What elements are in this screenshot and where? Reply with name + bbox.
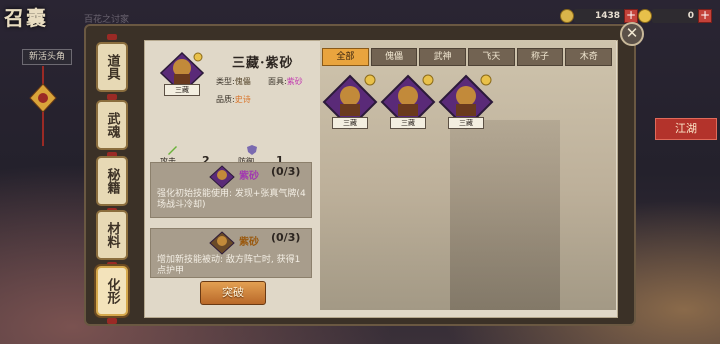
tab-props-label: 道具	[104, 54, 120, 80]
jianghu-button[interactable]: 江湖	[655, 118, 717, 140]
filter-tab-flying[interactable]: 飞天	[468, 48, 515, 66]
bond-entry-icon	[209, 231, 235, 255]
bond-entry-count: (0/3)	[271, 231, 301, 244]
close-button[interactable]: ✕	[620, 22, 644, 46]
mask-label: 面具:	[268, 77, 287, 86]
item-name: 三藏·紫砂	[232, 56, 294, 71]
card-label: 三藏	[332, 117, 368, 129]
tab-props[interactable]: 道具	[96, 42, 128, 92]
tab-secret-manual[interactable]: 秘籍	[96, 156, 128, 206]
bond-entry-name: 紫砂	[239, 171, 259, 182]
quality-value: 史诗	[234, 95, 251, 104]
bond-entry-name: 紫砂	[239, 237, 259, 248]
attack-icon	[168, 146, 177, 155]
tab-materials-label: 材料	[104, 222, 120, 248]
bond-entry-desc: 增加新技能被动: 敌方阵亡时, 获得1点护甲	[157, 255, 301, 276]
corner-title: 召囊	[4, 6, 48, 30]
tab-materials[interactable]: 材料	[96, 210, 128, 260]
item-portrait-label: 三藏	[164, 84, 200, 96]
filter-tab-all[interactable]: 全部	[322, 48, 369, 66]
filter-tabs: 全部 傀儡 武神 飞天 称子 木奇	[322, 48, 613, 66]
collection-card[interactable]: 三藏	[322, 74, 378, 130]
tassel-ornament-icon	[29, 66, 57, 146]
collection-card[interactable]: 三藏	[438, 74, 494, 130]
currency-1: 1438 +	[560, 8, 638, 24]
filter-tab-scale[interactable]: 称子	[516, 48, 564, 66]
currency-1-amount: 1438	[594, 11, 620, 21]
currency-2-amount: 0	[687, 11, 694, 21]
bond-entry-count: (0/3)	[271, 165, 301, 178]
pagoda-backdrop	[450, 120, 560, 310]
gold-icon	[638, 9, 652, 23]
add-currency-1-button[interactable]: +	[624, 9, 638, 23]
collection-card[interactable]: 三藏	[380, 74, 436, 130]
defense-icon	[247, 145, 257, 155]
filter-tab-war-god[interactable]: 武神	[419, 48, 467, 66]
item-detail: 三藏 三藏·紫砂 类型:傀儡 面具:紫砂 品质:史诗 攻击 2 防御 1 羁绊?…	[150, 40, 318, 320]
bond-entry-icon	[209, 165, 235, 189]
bond-entry: 紫砂 (0/3) 强化初始技能使用: 发现+张真气牌(4场战斗冷却)	[150, 162, 312, 218]
tab-secret-manual-label: 秘籍	[104, 168, 120, 194]
coin-icon	[560, 9, 574, 23]
quality-label: 品质:	[216, 95, 235, 104]
mask-value: 紫砂	[286, 77, 303, 86]
filter-tab-wood[interactable]: 木奇	[565, 48, 613, 66]
breakthrough-button[interactable]: 突破	[200, 281, 266, 305]
type-label: 类型:	[216, 77, 235, 86]
currency-2: 0 +	[638, 8, 712, 24]
bond-entry-desc: 强化初始技能使用: 发现+张真气牌(4场战斗冷却)	[157, 189, 306, 210]
event-banner[interactable]: 新活头角	[22, 49, 72, 65]
add-currency-2-button[interactable]: +	[698, 9, 712, 23]
tab-martial-soul[interactable]: 武魂	[96, 100, 128, 150]
filter-tab-puppet[interactable]: 傀儡	[370, 48, 418, 66]
card-label: 三藏	[448, 117, 484, 129]
tab-martial-soul-label: 武魂	[104, 112, 120, 138]
tab-transform[interactable]: 化形	[96, 266, 128, 316]
tab-transform-label: 化形	[104, 278, 120, 304]
card-label: 三藏	[390, 117, 426, 129]
type-value: 傀儡	[234, 77, 251, 86]
bond-entry: 紫砂 (0/3) 增加新技能被动: 敌方阵亡时, 获得1点护甲	[150, 228, 312, 278]
